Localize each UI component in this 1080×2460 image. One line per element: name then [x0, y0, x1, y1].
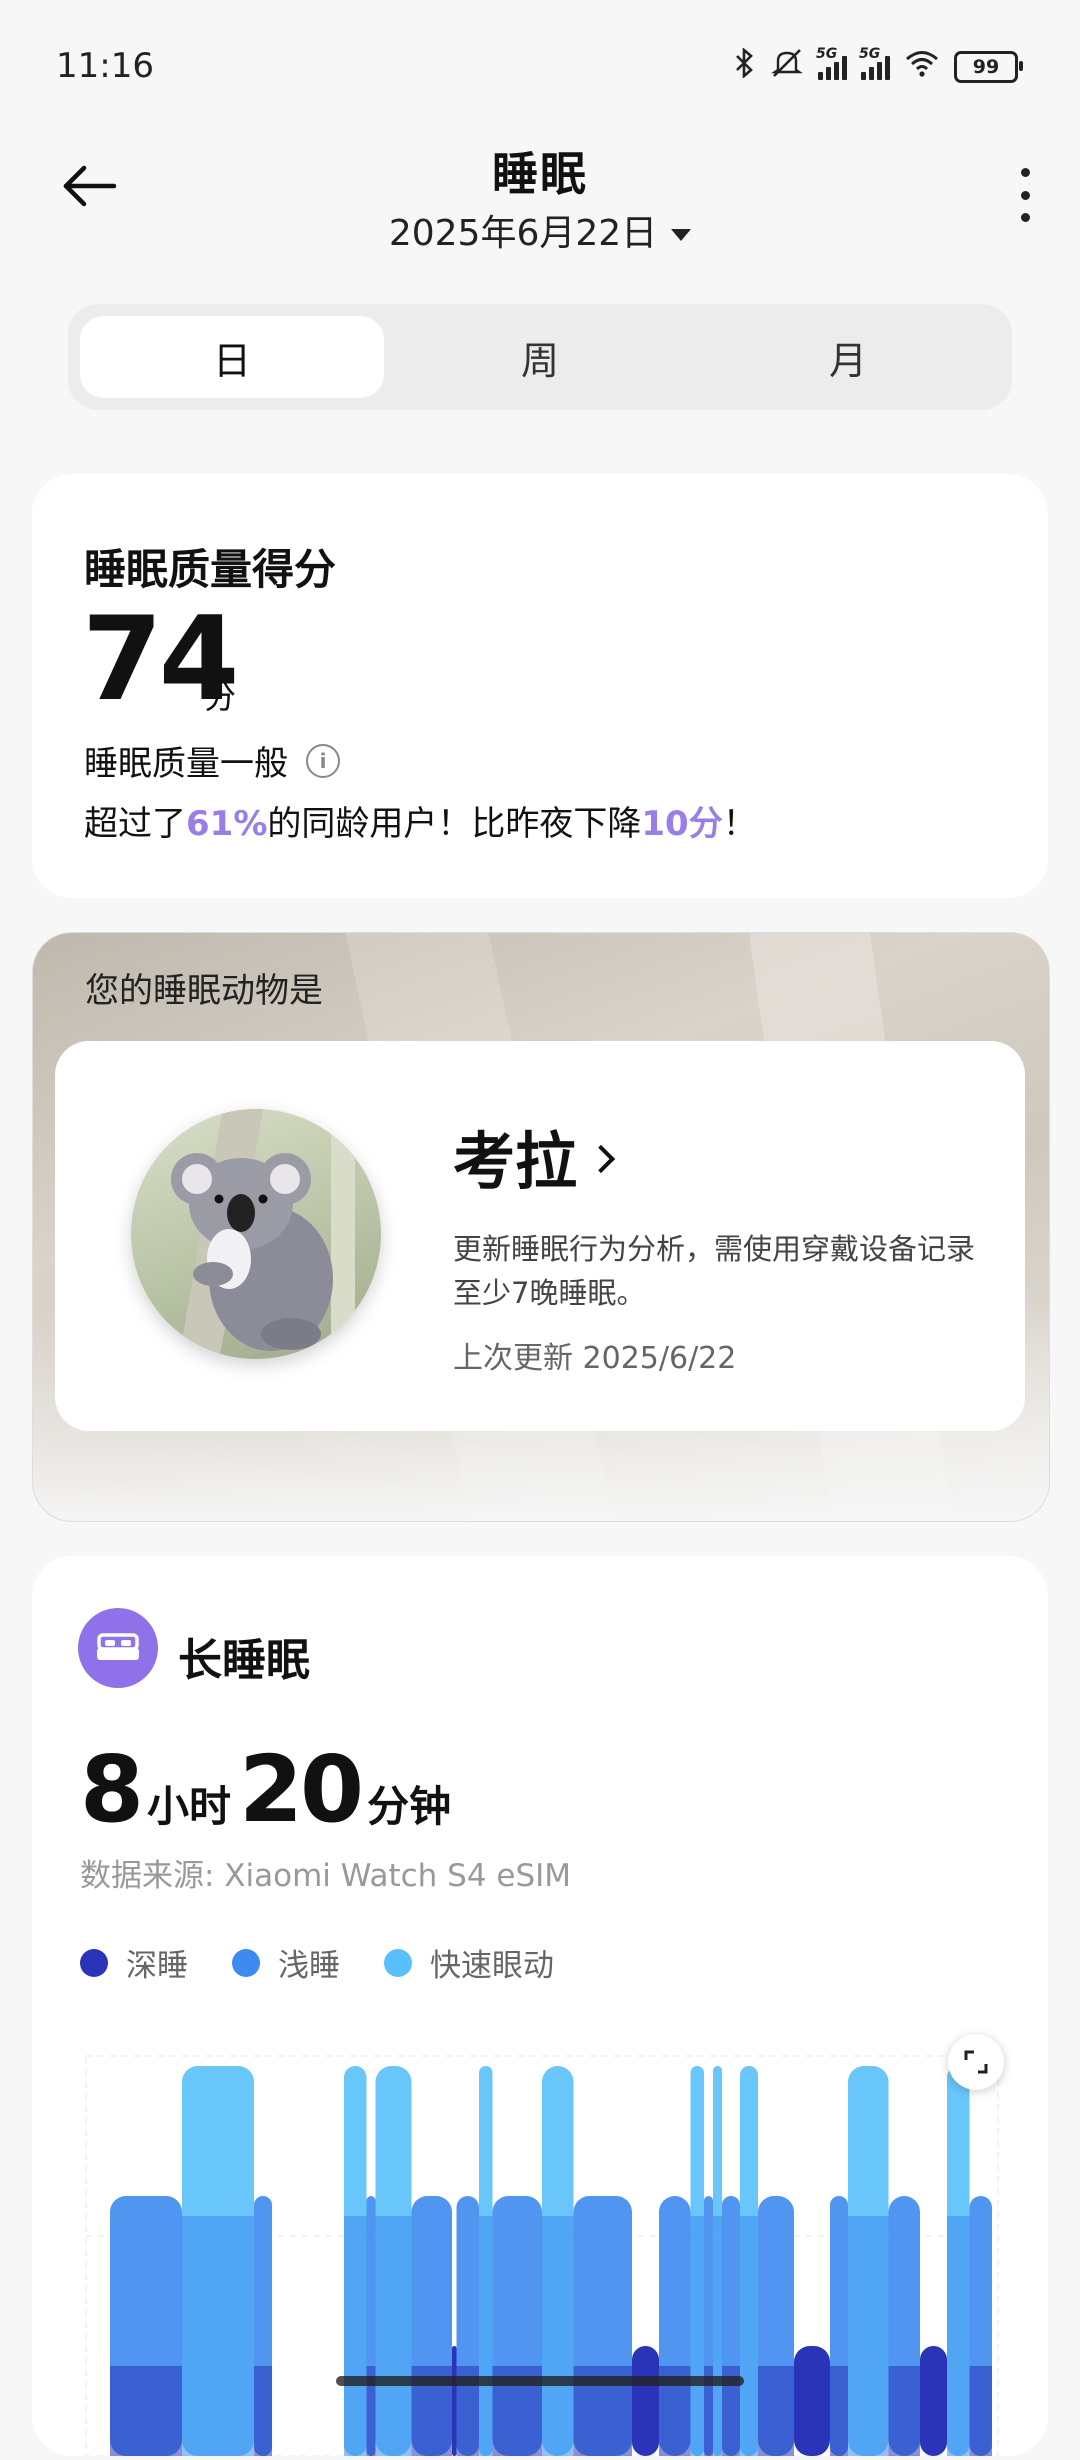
- drop-value: 10分: [641, 804, 723, 844]
- legend-label-rem: 快速眼动: [430, 1948, 554, 1984]
- expand-icon: [964, 2050, 988, 2074]
- bed-icon: [78, 1608, 158, 1688]
- legend-dot-light: [232, 1948, 260, 1977]
- sleep-stage-bar-shade: [344, 2216, 367, 2456]
- page-title: 睡眠: [492, 147, 588, 201]
- sleep-stage-bar: [920, 2346, 947, 2456]
- home-indicator[interactable]: [336, 2376, 744, 2386]
- sleep-stage-bar-shade: [713, 2216, 722, 2456]
- sleep-stage-bar-shade: [969, 2366, 992, 2456]
- caret-down-icon: [671, 229, 692, 241]
- status-time: 11:16: [56, 46, 154, 86]
- sleep-stage-bar: [794, 2346, 830, 2456]
- sleep-chart-svg: [85, 2055, 999, 2457]
- expand-chart-button[interactable]: [948, 2034, 1004, 2090]
- sleep-duration: 8 小时 20 分钟: [80, 1736, 459, 1843]
- sleep-stage-bar-shade: [254, 2366, 272, 2456]
- sleep-stage-bar-shade: [182, 2216, 254, 2456]
- info-icon[interactable]: i: [306, 743, 340, 778]
- percentile-value: 61%: [186, 804, 268, 844]
- sleep-animal-card: 您的睡眠动物是 考拉 更新睡眠行为分析，需使用穿戴设备记录至少7晚睡眠。 上次更…: [32, 932, 1050, 1522]
- legend-label-deep: 深睡: [126, 1948, 188, 1984]
- sleep-stage-bar-shade: [690, 2216, 704, 2456]
- compare-middle: 的同龄用户！比昨夜下降: [267, 804, 642, 844]
- duration-hours: 8: [80, 1736, 144, 1843]
- legend-rem: 快速眼动: [384, 1940, 554, 1985]
- animal-last-update: 上次更新 2025/6/22: [453, 1341, 737, 1376]
- legend-label-light: 浅睡: [278, 1948, 340, 1984]
- more-dot: [1020, 168, 1030, 177]
- animal-detail-panel[interactable]: 考拉 更新睡眠行为分析，需使用穿戴设备记录至少7晚睡眠。 上次更新 2025/6…: [55, 1041, 1025, 1431]
- sleep-stage-bar-shade: [479, 2216, 493, 2456]
- compare-prefix: 超过了: [84, 804, 186, 844]
- compare-suffix: ！: [722, 804, 757, 844]
- mute-bell-icon: [770, 48, 804, 85]
- bluetooth-icon: [734, 47, 756, 85]
- more-dot: [1020, 190, 1030, 200]
- score-title: 睡眠质量得分: [84, 545, 337, 594]
- long-sleep-card: 长睡眠 8 小时 20 分钟 数据来源: Xiaomi Watch S4 eSI…: [32, 1556, 1048, 2457]
- sleep-stage-bar-shade: [888, 2366, 920, 2456]
- duration-minutes-unit: 分钟: [367, 1782, 452, 1831]
- network-type: 5G: [816, 45, 838, 62]
- sleep-stage-bar: [632, 2346, 659, 2456]
- tab-week[interactable]: 周: [388, 316, 692, 398]
- bed-glyph: [97, 1633, 139, 1660]
- animal-name-link[interactable]: 考拉: [453, 1111, 616, 1201]
- network-type-2: 5G: [859, 45, 881, 62]
- battery-icon: 99: [954, 50, 1023, 83]
- sleep-stage-bar-shade: [830, 2366, 848, 2456]
- sleep-stage-bar-shade: [542, 2216, 574, 2456]
- date-label: 2025年6月22日: [388, 213, 658, 254]
- date-selector[interactable]: 2025年6月22日: [0, 204, 1080, 256]
- signal-icon: 5G: [816, 46, 847, 80]
- legend-dot-rem: [384, 1948, 412, 1977]
- score-comparison: 超过了61%的同龄用户！比昨夜下降10分！: [84, 796, 757, 845]
- wifi-icon: [904, 49, 940, 84]
- sleep-stage-bar-shade: [375, 2216, 412, 2456]
- koala-illustration: [131, 1109, 381, 1359]
- chart-legend: 深睡 浅睡 快速眼动: [80, 1940, 554, 1985]
- sleep-score-card: 睡眠质量得分 74 分 睡眠质量一般 i 超过了61%的同龄用户！比昨夜下降10…: [32, 474, 1048, 898]
- legend-deep: 深睡: [80, 1940, 188, 1985]
- quality-label: 睡眠质量一般: [84, 744, 288, 784]
- tab-month[interactable]: 月: [696, 316, 1000, 398]
- animal-name: 考拉: [453, 1125, 578, 1198]
- chevron-right-icon: [586, 1144, 616, 1174]
- score-unit: 分: [204, 678, 237, 716]
- koala-icon: [171, 1109, 355, 1359]
- legend-dot-deep: [80, 1948, 108, 1977]
- duration-hours-unit: 小时: [147, 1782, 232, 1831]
- animal-heading: 您的睡眠动物是: [85, 971, 323, 1011]
- sleep-stage-bar-shade: [947, 2216, 970, 2456]
- status-icons: 5G 5G 99: [734, 46, 1023, 85]
- quality-row: 睡眠质量一般 i: [84, 736, 340, 785]
- sleep-stage-bar-shade: [758, 2366, 794, 2456]
- period-tabs: 日 周 月: [68, 304, 1012, 410]
- animal-description: 更新睡眠行为分析，需使用穿戴设备记录至少7晚睡眠。: [453, 1232, 976, 1310]
- sleep-stage-bar: [452, 2346, 457, 2456]
- tab-day[interactable]: 日: [80, 316, 384, 398]
- sleep-stage-chart[interactable]: [82, 2016, 1002, 2457]
- legend-light: 浅睡: [232, 1940, 340, 1985]
- duration-minutes: 20: [239, 1736, 364, 1843]
- sleep-stage-bar-shade: [740, 2216, 758, 2456]
- data-source: 数据来源: Xiaomi Watch S4 eSIM: [80, 1858, 572, 1894]
- more-dot: [1020, 213, 1030, 222]
- long-sleep-title: 长睡眠: [178, 1635, 310, 1686]
- sleep-stage-bar-shade: [110, 2366, 182, 2456]
- sleep-stage-bar-shade: [848, 2216, 889, 2456]
- signal-icon-2: 5G: [859, 46, 890, 80]
- more-options-button[interactable]: [1010, 168, 1040, 222]
